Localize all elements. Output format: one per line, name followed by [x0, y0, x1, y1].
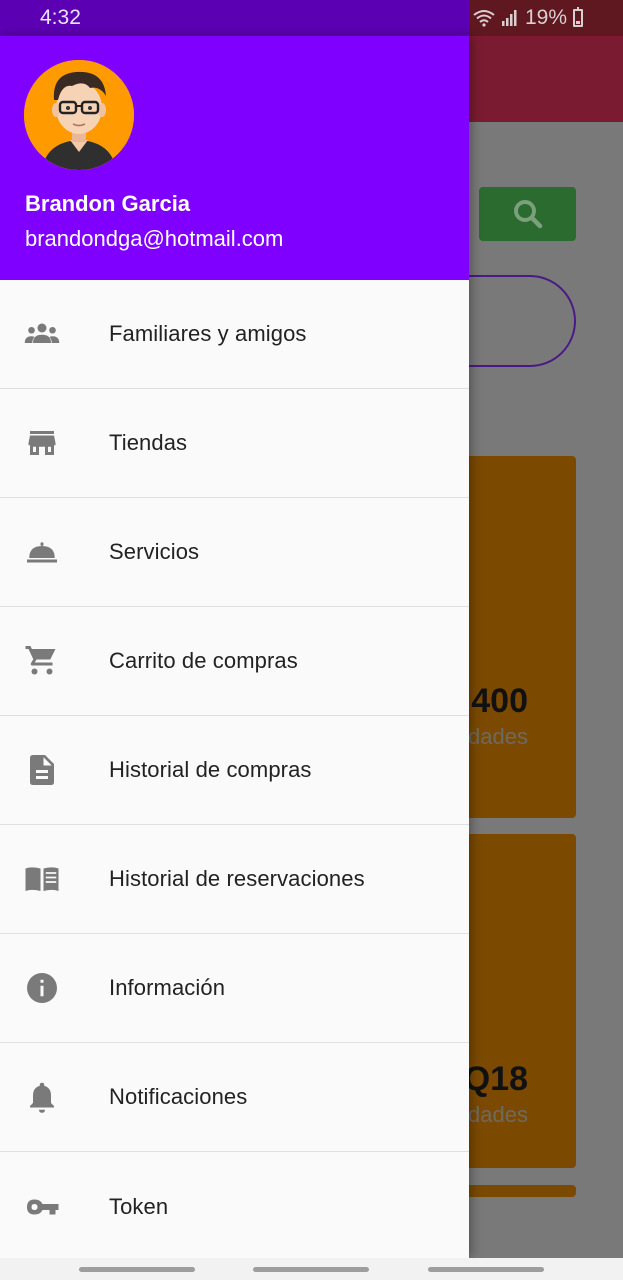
avatar-image: [24, 60, 134, 170]
screen: 400 dades Q18 dades 4:32 19% Brandon Gar…: [0, 0, 623, 1280]
menu-item-label: Historial de reservaciones: [109, 866, 365, 891]
product-price: Q18: [463, 1060, 528, 1098]
info-icon: [24, 970, 60, 1006]
search-icon: [513, 200, 542, 229]
navigation-drawer: Brandon Garcia brandondga@hotmail.com Fa…: [0, 36, 469, 1258]
menu-item-label: Carrito de compras: [109, 648, 298, 673]
room-service-icon: [24, 534, 60, 570]
drawer-header: Brandon Garcia brandondga@hotmail.com: [0, 36, 469, 280]
bell-icon: [24, 1079, 60, 1115]
system-nav-bar: [0, 1258, 623, 1280]
menu-item-carrito[interactable]: Carrito de compras: [0, 607, 469, 716]
menu-item-label: Historial de compras: [109, 757, 312, 782]
user-name: Brandon Garcia: [25, 191, 191, 216]
cart-icon: [24, 643, 60, 679]
nav-home-button[interactable]: [253, 1267, 369, 1272]
menu-item-label: Servicios: [109, 539, 200, 564]
menu-item-servicios[interactable]: Servicios: [0, 498, 469, 607]
product-price: 400: [471, 682, 528, 720]
user-email: brandondga@hotmail.com: [25, 226, 284, 251]
menu-item-informacion[interactable]: Información: [0, 934, 469, 1043]
menu-item-label: Familiares y amigos: [109, 321, 307, 346]
status-bar: 4:32 19%: [0, 0, 623, 36]
menu-item-notificaciones[interactable]: Notificaciones: [0, 1043, 469, 1152]
search-button[interactable]: [479, 187, 576, 241]
menu-item-historial-compras[interactable]: Historial de compras: [0, 716, 469, 825]
document-icon: [24, 752, 60, 788]
key-icon: [24, 1189, 60, 1225]
menu-item-token[interactable]: Token: [0, 1152, 469, 1261]
menu-item-label: Tiendas: [109, 430, 188, 455]
book-icon: [24, 861, 60, 897]
product-units: dades: [468, 1102, 528, 1127]
wifi-icon: [473, 10, 495, 27]
menu-item-historial-reservaciones[interactable]: Historial de reservaciones: [0, 825, 469, 934]
menu-item-label: Información: [109, 975, 226, 1000]
status-icons: 19%: [473, 6, 583, 30]
menu-item-familiares[interactable]: Familiares y amigos: [0, 280, 469, 389]
menu-item-tiendas[interactable]: Tiendas: [0, 389, 469, 498]
product-units: dades: [468, 724, 528, 749]
nav-back-button[interactable]: [428, 1267, 544, 1272]
store-icon: [24, 425, 60, 461]
battery-percent: 19%: [524, 6, 567, 29]
menu-item-label: Token: [109, 1193, 169, 1219]
menu-item-label: Notificaciones: [109, 1084, 248, 1109]
signal-icon: [501, 10, 517, 26]
people-icon: [24, 316, 60, 352]
nav-recents-button[interactable]: [79, 1267, 195, 1272]
battery-icon: [573, 7, 583, 27]
status-time: 4:32: [40, 6, 81, 29]
drawer-menu: Familiares y amigos Tiendas Servicios Ca…: [0, 280, 469, 1261]
avatar[interactable]: [24, 60, 134, 170]
